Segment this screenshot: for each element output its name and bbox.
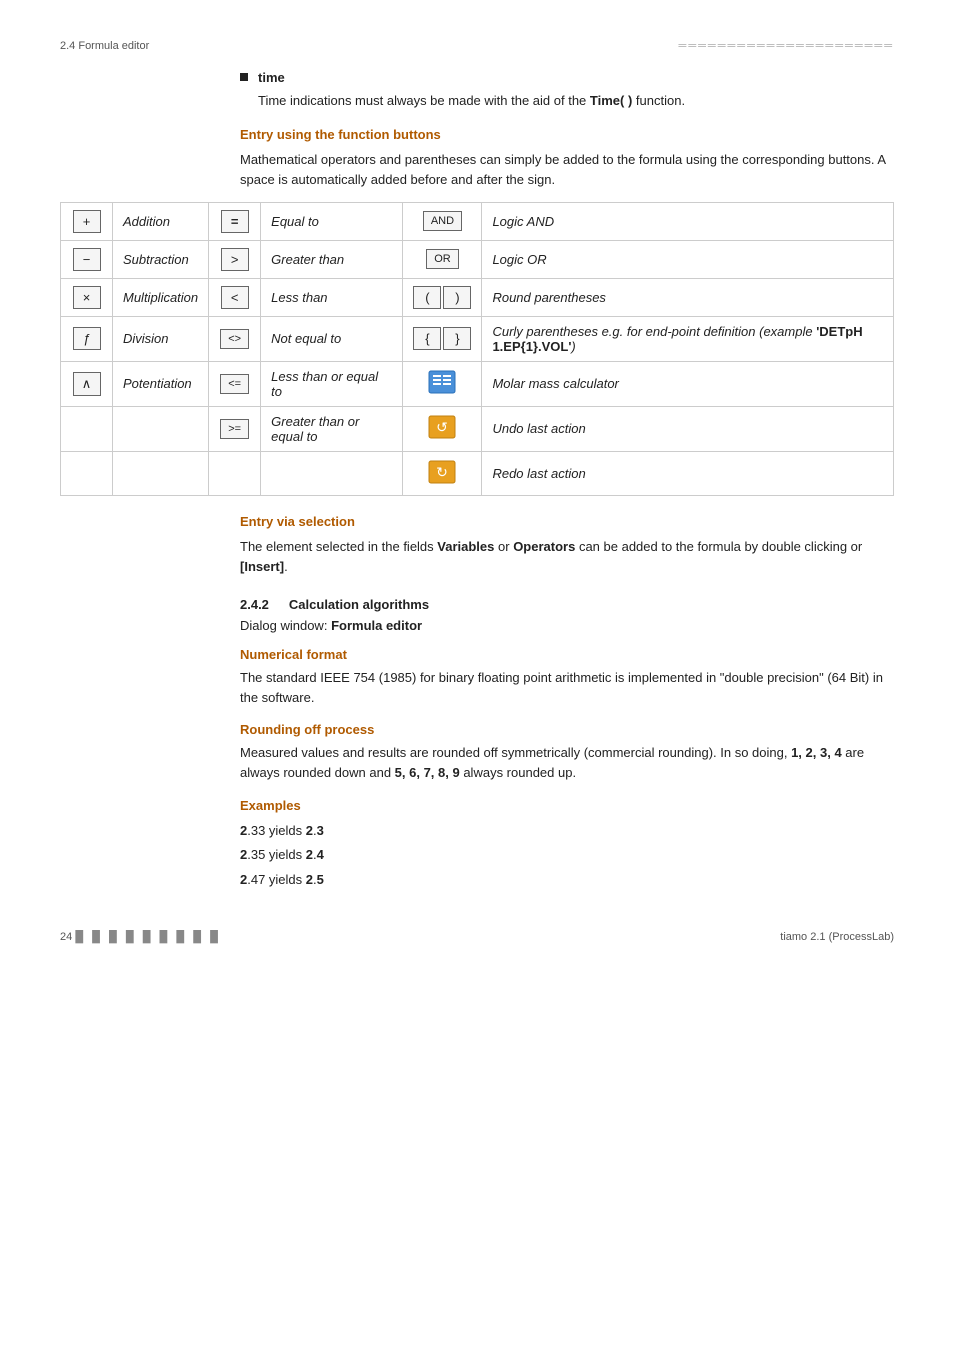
- empty-desc-2: [113, 451, 209, 495]
- table-row: >= Greater than or equal to ↺ Undo last …: [61, 406, 894, 451]
- table-row: ƒ Division <> Not equal to { } Curly par…: [61, 316, 894, 361]
- desc-addition: Addition: [113, 202, 209, 240]
- btn-lte-cell: <=: [209, 361, 261, 406]
- footer-page: 24 █ █ █ █ █ █ █ █ █: [60, 931, 221, 943]
- table-row: − Subtraction > Greater than OR Logic OR: [61, 240, 894, 278]
- btn-curly[interactable]: { }: [413, 327, 471, 350]
- footer-product: tiamo 2.1 (ProcessLab): [780, 931, 894, 943]
- btn-lt-cell: <: [209, 278, 261, 316]
- entry-selection-heading: Entry via selection: [240, 514, 894, 529]
- desc-gte: Greater than or equal to: [261, 406, 403, 451]
- section-num: 2.4.2: [240, 597, 269, 612]
- desc-pot: Potentiation: [113, 361, 209, 406]
- empty-cell-2: [61, 451, 113, 495]
- entry-functions-desc: Mathematical operators and parentheses c…: [240, 150, 894, 190]
- redo-icon[interactable]: ↻: [427, 459, 457, 485]
- section-242: 2.4.2 Calculation algorithms Dialog wind…: [240, 597, 894, 891]
- btn-lt[interactable]: <: [221, 286, 249, 309]
- table-row: × Multiplication < Less than ( ) Round p…: [61, 278, 894, 316]
- molar-icon[interactable]: [427, 369, 457, 395]
- btn-equal-cell: =: [209, 202, 261, 240]
- header-dots: ══════════════════════: [679, 40, 894, 52]
- btn-gt-cell: >: [209, 240, 261, 278]
- btn-or[interactable]: OR: [426, 249, 459, 269]
- btn-gte-cell: >=: [209, 406, 261, 451]
- rounding-desc: Measured values and results are rounded …: [240, 743, 894, 783]
- entry-functions-heading: Entry using the function buttons: [240, 127, 894, 142]
- numerical-format-desc: The standard IEEE 754 (1985) for binary …: [240, 668, 894, 708]
- btn-undo-cell: ↺: [403, 406, 482, 451]
- empty-desc-1: [113, 406, 209, 451]
- entry-selection-desc: The element selected in the fields Varia…: [240, 537, 894, 577]
- btn-mul-cell: ×: [61, 278, 113, 316]
- btn-molar-cell: [403, 361, 482, 406]
- rounding-heading: Rounding off process: [240, 722, 894, 737]
- desc-neq: Not equal to: [261, 316, 403, 361]
- btn-neq[interactable]: <>: [220, 329, 249, 349]
- btn-plus-cell: +: [61, 202, 113, 240]
- desc-curly: Curly parentheses e.g. for end-point def…: [482, 316, 894, 361]
- empty-btn-3: [209, 451, 261, 495]
- empty-cell-1: [61, 406, 113, 451]
- empty-desc-3: [261, 451, 403, 495]
- desc-mul: Multiplication: [113, 278, 209, 316]
- desc-lte: Less than or equal to: [261, 361, 403, 406]
- desc-div: Division: [113, 316, 209, 361]
- desc-and: Logic AND: [482, 202, 894, 240]
- desc-equal: Equal to: [261, 202, 403, 240]
- bullet-time-desc: Time indications must always be made wit…: [258, 91, 894, 111]
- undo-icon[interactable]: ↺: [427, 414, 457, 440]
- svg-text:↻: ↻: [437, 464, 449, 480]
- table-row: ∧ Potentiation <= Less than or equal to: [61, 361, 894, 406]
- btn-pot[interactable]: ∧: [73, 372, 101, 396]
- btn-lte[interactable]: <=: [220, 374, 249, 394]
- desc-or: Logic OR: [482, 240, 894, 278]
- desc-subtraction: Subtraction: [113, 240, 209, 278]
- section-title: Calculation algorithms: [289, 597, 429, 612]
- btn-mul[interactable]: ×: [73, 286, 101, 309]
- btn-paren[interactable]: ( ): [413, 286, 471, 309]
- btn-equal[interactable]: =: [221, 210, 249, 233]
- btn-and-cell: AND: [403, 202, 482, 240]
- btn-div-cell: ƒ: [61, 316, 113, 361]
- btn-or-cell: OR: [403, 240, 482, 278]
- btn-minus[interactable]: −: [73, 248, 101, 271]
- function-table: + Addition = Equal to AND Logic AND − Su…: [60, 202, 894, 496]
- bullet-icon: [240, 73, 248, 81]
- desc-lt: Less than: [261, 278, 403, 316]
- numerical-format-heading: Numerical format: [240, 647, 894, 662]
- examples-block: 2.33 yields 2.3 2.35 yields 2.4 2.47 yie…: [240, 821, 894, 891]
- btn-gt[interactable]: >: [221, 248, 249, 271]
- svg-text:↺: ↺: [437, 419, 449, 435]
- bullet-time-label: time: [258, 70, 285, 85]
- footer: 24 █ █ █ █ █ █ █ █ █ tiamo 2.1 (ProcessL…: [60, 931, 894, 943]
- btn-gte[interactable]: >=: [220, 419, 249, 439]
- desc-molar: Molar mass calculator: [482, 361, 894, 406]
- btn-plus[interactable]: +: [73, 210, 101, 233]
- btn-div[interactable]: ƒ: [73, 327, 101, 350]
- examples-heading: Examples: [240, 798, 894, 813]
- table-row: ↻ Redo last action: [61, 451, 894, 495]
- btn-redo-cell: ↻: [403, 451, 482, 495]
- example-1: 2.33 yields 2.3: [240, 821, 894, 842]
- header-left: 2.4 Formula editor: [60, 40, 149, 52]
- desc-undo: Undo last action: [482, 406, 894, 451]
- table-row: + Addition = Equal to AND Logic AND: [61, 202, 894, 240]
- example-3: 2.47 yields 2.5: [240, 870, 894, 891]
- example-2: 2.35 yields 2.4: [240, 845, 894, 866]
- desc-paren: Round parentheses: [482, 278, 894, 316]
- btn-neq-cell: <>: [209, 316, 261, 361]
- btn-paren-cell: ( ): [403, 278, 482, 316]
- btn-pot-cell: ∧: [61, 361, 113, 406]
- btn-curly-cell: { }: [403, 316, 482, 361]
- btn-and[interactable]: AND: [423, 211, 462, 231]
- btn-minus-cell: −: [61, 240, 113, 278]
- dialog-label: Dialog window: Formula editor: [240, 618, 894, 633]
- desc-gt: Greater than: [261, 240, 403, 278]
- desc-redo: Redo last action: [482, 451, 894, 495]
